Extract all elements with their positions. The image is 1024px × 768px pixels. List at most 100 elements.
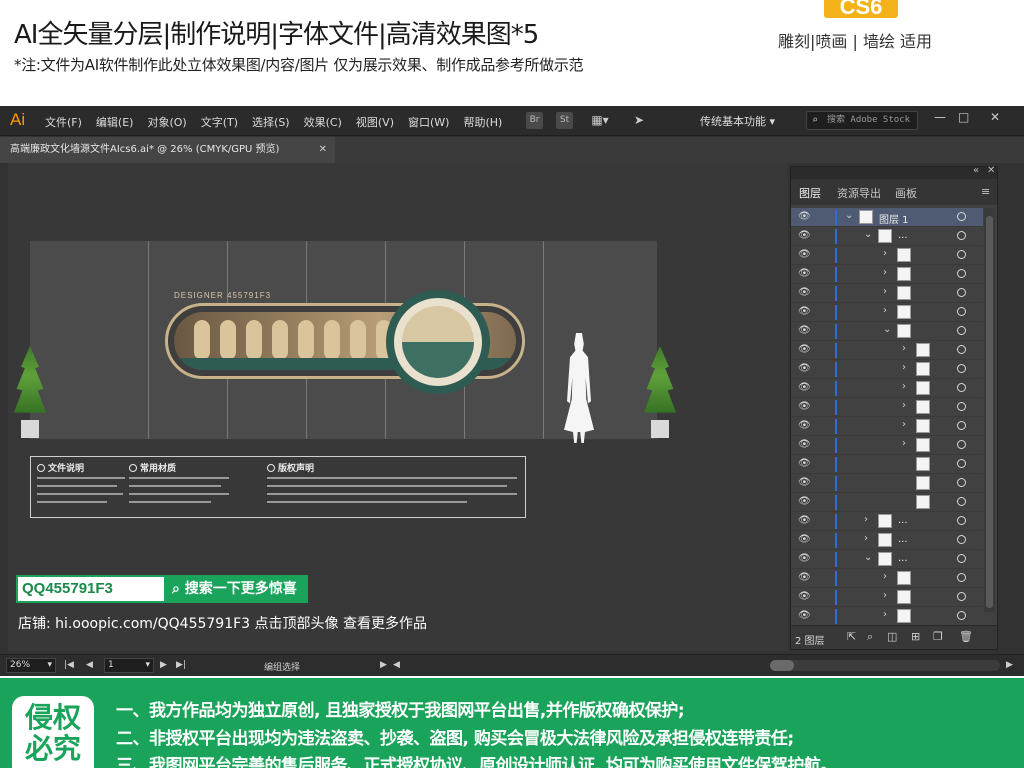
expand-arrow-icon[interactable]: › [902, 438, 906, 449]
eye-icon[interactable]: 👁 [798, 211, 811, 222]
eye-icon[interactable]: 👁 [798, 287, 811, 298]
first-artboard-icon[interactable]: |◀ [64, 660, 74, 670]
layer-row[interactable]: 👁 ⌄... [791, 227, 983, 246]
last-artboard-icon[interactable]: ▶| [176, 660, 186, 670]
target-circle-icon[interactable] [957, 307, 966, 316]
eye-icon[interactable]: 👁 [798, 382, 811, 393]
expand-arrow-icon[interactable]: › [864, 533, 868, 544]
target-circle-icon[interactable] [957, 478, 966, 487]
target-circle-icon[interactable] [957, 421, 966, 430]
target-circle-icon[interactable] [957, 592, 966, 601]
eye-icon[interactable]: 👁 [798, 515, 811, 526]
next-artboard-icon[interactable]: ▶ [160, 660, 167, 670]
search-more-button[interactable]: ⌕ 搜索一下更多惊喜 [166, 575, 308, 603]
target-circle-icon[interactable] [957, 250, 966, 259]
target-circle-icon[interactable] [957, 440, 966, 449]
target-circle-icon[interactable] [957, 535, 966, 544]
expand-arrow-icon[interactable]: › [902, 362, 906, 373]
expand-arrow-icon[interactable]: › [883, 248, 887, 259]
target-circle-icon[interactable] [957, 231, 966, 240]
layer-row[interactable]: 👁 › [791, 607, 983, 626]
trash-icon[interactable]: 🗑 [959, 630, 973, 643]
eye-icon[interactable]: 👁 [798, 477, 811, 488]
layer-row[interactable]: 👁 › [791, 417, 983, 436]
expand-arrow-icon[interactable]: › [902, 419, 906, 430]
menu-window[interactable]: 窗口(W) [408, 114, 449, 130]
expand-arrow-icon[interactable]: › [864, 514, 868, 525]
prev-artboard-icon[interactable]: ◀ [86, 660, 93, 670]
collapse-arrow-icon[interactable]: ⌄ [883, 324, 891, 335]
layers-scrollbar[interactable] [984, 208, 995, 612]
menu-object[interactable]: 对象(O) [147, 114, 186, 130]
menu-effect[interactable]: 效果(C) [304, 114, 342, 130]
eye-icon[interactable]: 👁 [798, 325, 811, 336]
eye-icon[interactable]: 👁 [798, 553, 811, 564]
status-menu-arrow-icon[interactable]: ▶ [380, 660, 387, 670]
expand-arrow-icon[interactable]: › [902, 343, 906, 354]
menu-select[interactable]: 选择(S) [252, 114, 290, 130]
scroll-thumb[interactable] [770, 660, 794, 671]
layer-row[interactable]: 👁 › [791, 360, 983, 379]
new-sublayer-icon[interactable]: ⊞ [911, 630, 920, 643]
collapse-panel-icon[interactable]: « [973, 165, 979, 176]
eye-icon[interactable]: 👁 [798, 591, 811, 602]
stock-button[interactable]: St [556, 112, 573, 129]
tab-artboards[interactable]: 画板 [895, 185, 917, 201]
target-circle-icon[interactable] [957, 364, 966, 373]
layer-row[interactable]: 👁 › [791, 341, 983, 360]
layer-row[interactable]: 👁 › [791, 265, 983, 284]
eye-icon[interactable]: 👁 [798, 344, 811, 355]
maximize-button[interactable]: □ [958, 110, 969, 124]
menu-file[interactable]: 文件(F) [45, 114, 82, 130]
locate-object-icon[interactable]: ⌕ [867, 630, 873, 644]
layer-row[interactable]: 👁 ⌄... [791, 550, 983, 569]
eye-icon[interactable]: 👁 [798, 439, 811, 450]
target-circle-icon[interactable] [957, 611, 966, 620]
eye-icon[interactable]: 👁 [798, 610, 811, 621]
close-window-button[interactable]: ✕ [990, 110, 1000, 124]
arrange-documents-icon[interactable]: ▦▾ [586, 112, 614, 129]
expand-arrow-icon[interactable]: › [883, 609, 887, 620]
layer-row[interactable]: 👁 › [791, 246, 983, 265]
panel-menu-icon[interactable]: ≡ [981, 185, 990, 198]
menu-view[interactable]: 视图(V) [356, 114, 394, 130]
clipping-mask-icon[interactable]: ◫ [887, 630, 897, 643]
layer-row[interactable]: 👁 › [791, 284, 983, 303]
artboard-field[interactable]: 1 ▾ [104, 658, 154, 673]
close-tab-icon[interactable]: ✕ [319, 137, 327, 163]
collapse-arrow-icon[interactable]: ⌄ [845, 210, 853, 221]
minimize-button[interactable]: — [934, 110, 946, 124]
expand-arrow-icon[interactable]: › [883, 571, 887, 582]
menu-edit[interactable]: 编辑(E) [96, 114, 134, 130]
eye-icon[interactable]: 👁 [798, 230, 811, 241]
menu-help[interactable]: 帮助(H) [463, 114, 502, 130]
eye-icon[interactable]: 👁 [798, 268, 811, 279]
layer-row[interactable]: 👁 › [791, 398, 983, 417]
close-panel-icon[interactable]: ✕ [987, 165, 995, 176]
eye-icon[interactable]: 👁 [798, 249, 811, 260]
document-tab[interactable]: 高端廉政文化墙源文件AIcs6.ai* @ 26% (CMYK/GPU 预览) … [0, 137, 335, 163]
zoom-field[interactable]: 26% ▾ [6, 658, 56, 673]
target-circle-icon[interactable] [957, 554, 966, 563]
target-circle-icon[interactable] [957, 497, 966, 506]
expand-arrow-icon[interactable]: › [902, 400, 906, 411]
target-circle-icon[interactable] [957, 345, 966, 354]
artboard[interactable]: DESIGNER 455791F3 [30, 241, 657, 439]
layer-row[interactable]: 👁 ⌄ [791, 322, 983, 341]
expand-arrow-icon[interactable]: › [902, 381, 906, 392]
target-circle-icon[interactable] [957, 459, 966, 468]
bridge-button[interactable]: Br [526, 112, 543, 129]
expand-arrow-icon[interactable]: › [883, 590, 887, 601]
eye-icon[interactable]: 👁 [798, 534, 811, 545]
eye-icon[interactable]: 👁 [798, 401, 811, 412]
tab-asset-export[interactable]: 资源导出 [837, 185, 881, 201]
target-circle-icon[interactable] [957, 383, 966, 392]
stock-search-input[interactable]: ⌕ 搜索 Adobe Stock [806, 111, 918, 130]
status-scroll-left-icon[interactable]: ◀ [393, 660, 400, 670]
send-icon[interactable]: ➤ [630, 112, 648, 129]
target-circle-icon[interactable] [957, 516, 966, 525]
target-circle-icon[interactable] [957, 212, 966, 221]
workspace-switcher[interactable]: 传统基本功能 ▾ [700, 113, 775, 129]
horizontal-scrollbar[interactable] [770, 660, 1000, 671]
canvas-area[interactable]: DESIGNER 455791F3 文件说明 常用材质 版权声明 QQ45579… [8, 163, 788, 651]
